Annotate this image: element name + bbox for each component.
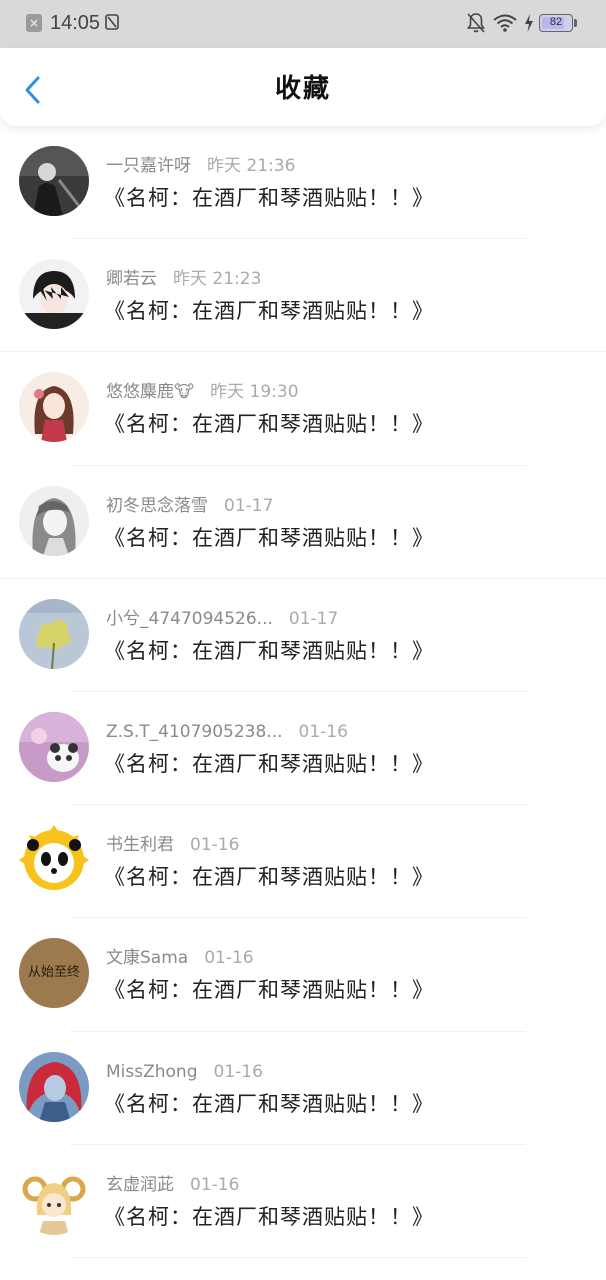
divider [70, 1256, 526, 1258]
item-meta: 一只嘉许呀 昨天 21:36 [106, 154, 295, 178]
item-meta: 悠悠麋鹿🐮 昨天 19:30 [106, 380, 299, 404]
user-avatar[interactable] [19, 598, 89, 669]
timestamp: 昨天 19:30 [210, 382, 299, 403]
battery-level: 82 [549, 16, 563, 28]
battery-cap [574, 19, 577, 27]
user-avatar[interactable] [19, 372, 89, 443]
username[interactable]: 悠悠麋鹿🐮 [106, 380, 194, 404]
item-meta: Z.S.T_4107905238... 01-16 [106, 720, 348, 744]
username[interactable]: Z.S.T_4107905238... [106, 720, 283, 744]
item-meta: MissZhong 01-16 [106, 1060, 263, 1084]
favorite-item[interactable]: 一只嘉许呀 昨天 21:36 《名柯：在酒厂和琴酒贴贴！！》 [0, 126, 606, 240]
timestamp: 01-17 [288, 608, 339, 629]
notification-close-icon: × [26, 14, 42, 32]
username[interactable]: 卿若云 [106, 267, 157, 291]
timestamp: 昨天 21:23 [173, 269, 262, 290]
bell-muted-icon [467, 13, 485, 33]
username[interactable]: 一只嘉许呀 [106, 154, 191, 178]
timestamp: 01-16 [204, 948, 254, 969]
item-meta: 卿若云 昨天 21:23 [106, 267, 261, 291]
username[interactable]: MissZhong [106, 1060, 198, 1084]
item-meta: 文康Sama 01-16 [106, 946, 254, 970]
app-header: 收藏 [0, 48, 606, 126]
favorite-item[interactable]: MissZhong 01-16 《名柯：在酒厂和琴酒贴贴！！》 [0, 1032, 606, 1145]
post-title[interactable]: 《名柯：在酒厂和琴酒贴贴！！》 [104, 1203, 434, 1231]
timestamp: 昨天 21:36 [207, 156, 296, 176]
username[interactable]: 初冬思念落雪 [106, 494, 208, 518]
item-meta: 玄虚润茈 01-16 [106, 1173, 239, 1197]
favorite-item[interactable]: 小兮_4747094526... 01-17 《名柯：在酒厂和琴酒贴贴！！》 [0, 579, 606, 692]
post-title[interactable]: 《名柯：在酒厂和琴酒贴贴！！》 [104, 750, 434, 778]
avatar-text: 从始至终 [27, 965, 80, 981]
status-bar: × 14:05 82 [0, 0, 606, 48]
favorite-item[interactable]: 卿若云 昨天 21:23 《名柯：在酒厂和琴酒贴贴！！》 [0, 239, 606, 353]
user-avatar[interactable] [19, 259, 89, 330]
timestamp: 01-16 [190, 1174, 240, 1195]
username[interactable]: 小兮_4747094526... [106, 607, 273, 631]
timestamp: 01-16 [213, 1061, 263, 1082]
wifi-icon [493, 14, 517, 32]
user-avatar[interactable] [19, 711, 89, 782]
favorite-item[interactable]: 书生利君 01-16 《名柯：在酒厂和琴酒贴贴！！》 [0, 805, 606, 919]
user-avatar[interactable] [19, 1051, 89, 1122]
favorites-list: 一只嘉许呀 昨天 21:36 《名柯：在酒厂和琴酒贴贴！！》 卿若云 昨天 21:23 《… [0, 126, 606, 1258]
post-title[interactable]: 《名柯：在酒厂和琴酒贴贴！！》 [104, 184, 434, 212]
post-title[interactable]: 《名柯：在酒厂和琴酒贴贴！！》 [104, 1090, 434, 1118]
item-meta: 小兮_4747094526... 01-17 [106, 607, 338, 631]
post-title[interactable]: 《名柯：在酒厂和琴酒贴贴！！》 [104, 637, 434, 665]
user-avatar[interactable] [19, 1164, 89, 1235]
user-avatar[interactable] [19, 146, 89, 216]
post-title[interactable]: 《名柯：在酒厂和琴酒贴贴！！》 [104, 410, 434, 438]
user-avatar[interactable]: 从始至终 [19, 938, 89, 1009]
username[interactable]: 玄虚润茈 [106, 1173, 174, 1197]
favorite-item[interactable]: 从始至终 文康Sama 01-16 《名柯：在酒厂和琴酒贴贴！！》 [0, 918, 606, 1032]
status-time: 14:05 [50, 12, 101, 34]
username[interactable]: 文康Sama [106, 946, 188, 970]
user-avatar[interactable] [19, 485, 89, 556]
battery-indicator: 82 [539, 14, 573, 32]
timestamp: 01-16 [190, 835, 240, 856]
post-title[interactable]: 《名柯：在酒厂和琴酒贴贴！！》 [104, 297, 434, 325]
sim-card-icon [105, 14, 119, 30]
post-title[interactable]: 《名柯：在酒厂和琴酒贴贴！！》 [104, 976, 434, 1004]
username[interactable]: 书生利君 [106, 833, 174, 857]
favorite-item[interactable]: Z.S.T_4107905238... 01-16 《名柯：在酒厂和琴酒贴贴！！》 [0, 692, 606, 806]
post-title[interactable]: 《名柯：在酒厂和琴酒贴贴！！》 [104, 524, 434, 552]
timestamp: 01-16 [298, 721, 348, 742]
favorite-item[interactable]: 悠悠麋鹿🐮 昨天 19:30 《名柯：在酒厂和琴酒贴贴！！》 [0, 352, 606, 466]
user-avatar[interactable] [19, 825, 89, 896]
favorite-item[interactable]: 初冬思念落雪 01-17 《名柯：在酒厂和琴酒贴贴！！》 [0, 466, 606, 579]
charging-bolt-icon [525, 14, 533, 32]
page-title: 收藏 [274, 74, 331, 104]
item-meta: 初冬思念落雪 01-17 [106, 494, 273, 518]
post-title[interactable]: 《名柯：在酒厂和琴酒贴贴！！》 [104, 863, 434, 891]
item-meta: 书生利君 01-16 [106, 833, 239, 857]
timestamp: 01-17 [224, 495, 274, 516]
favorite-item[interactable]: 玄虚润茈 01-16 《名柯：在酒厂和琴酒贴贴！！》 [0, 1145, 606, 1258]
